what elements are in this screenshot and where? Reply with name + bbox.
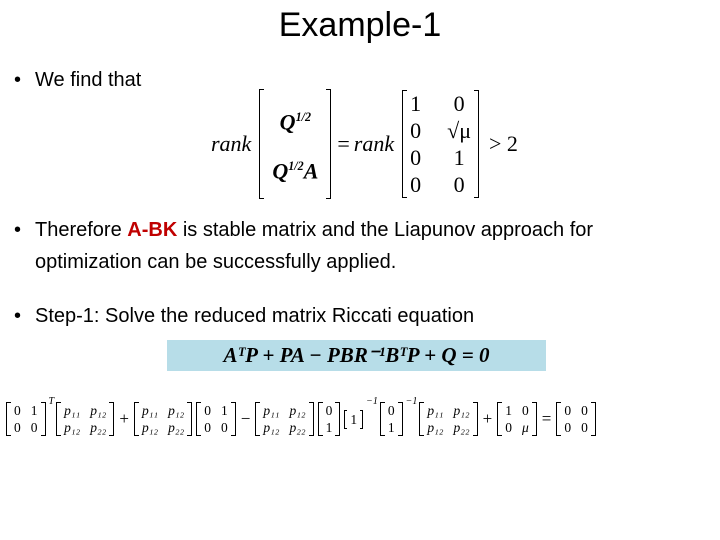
bullet-text-line2: optimization can be successfully applied… [35,251,397,273]
matrix-cell: 0 [410,118,422,143]
slide-title: Example-1 [278,6,442,44]
matrix-cell: p₁₂ [90,403,107,418]
operator: + [482,409,493,428]
matrix-cell: 0 [204,420,211,435]
rank-relation: > 2 [489,131,518,156]
bullet-marker: • [14,219,22,241]
rank-label: rank [353,131,395,156]
bullet-text: Therefore A-BK is stable matrix and the … [35,219,594,241]
matrix: 1 [344,409,364,429]
matrix: 01 [317,402,341,436]
matrix-cell: 0 [14,420,21,435]
matrix-cell: p₁₂ [141,420,159,435]
right-bracket [230,402,236,436]
matrix: 01 [379,402,403,436]
matrix-cell: 0 [410,145,422,170]
matrix-cell: p₂₂ [289,420,306,435]
right-bracket [531,402,537,436]
matrix-cell: p₁₁ [263,403,280,418]
right-bracket [360,409,364,429]
bullet-text: We find that [35,69,142,91]
matrix-cell: p₂₂ [168,420,185,435]
matrix-cell: p₁₁ [64,403,81,418]
right-bracket [40,402,46,436]
matrix-cell: p₂₂ [453,420,470,435]
matrix-cell: 0 [14,403,21,418]
matrix-cell: p₁₂ [289,403,306,418]
observability-matrix: Q1/2 Q1/2A [259,88,332,200]
right-bracket [472,402,478,436]
matrix-cell: 0 [581,420,588,435]
matrix-cell: 1 [453,145,465,170]
right-bracket [187,402,193,436]
matrix-cell: μ [521,420,529,435]
bullet-marker: • [14,69,22,91]
matrix-cell: 1 [30,403,38,418]
matrix: 0000 [556,402,596,436]
riccati-equation-box: AᵀP + PA − PBR⁻¹BᵀP + Q = 0 [167,340,546,371]
matrix-cell: p₁₂ [263,420,280,435]
matrix: 0100 [196,402,236,436]
matrix: p₁₁ p₁₂ p₁₂ p₂₂ [133,402,193,436]
right-bracket [397,402,403,436]
matrix-cell: p₂₂ [90,420,107,435]
matrix-cell: 1 [505,403,512,418]
matrix-cell: 0 [410,172,422,197]
matrix-cell: p₁₂ [64,420,81,435]
numeric-matrix: 1 0 0 √μ 0 1 0 0 [402,90,479,198]
matrix-cell: p₁₂ [453,403,470,418]
matrix-cell: 0 [30,420,38,435]
operator: = [541,409,552,428]
matrix-cell: 0 [453,91,465,116]
matrix: p₁₁ p₁₂ p₁₂ p₂₂ [56,402,115,436]
bullet-text: Step-1: Solve the reduced matrix Riccati… [35,305,475,327]
right-bracket [474,90,479,198]
matrix-cell: 0 [564,420,572,435]
matrix-cell: 1 [410,91,422,116]
matrix-cell: 0 [220,420,228,435]
rank-equation: rank Q1/2 Q1/2A = rank 1 0 0 √μ 0 1 0 0 > 2 [205,88,518,200]
superscript: −1 [366,396,378,407]
operator: + [119,409,129,428]
matrix-cell: 0 [204,403,211,418]
matrix-cell: 0 [564,403,572,418]
matrix: p₁₁ p₁₂ p₁₂ p₂₂ [255,402,314,436]
matrix-cell: p₁₁ [141,403,159,418]
matrix-cell: p₁₂ [168,403,185,418]
matrix-cell: 1 [220,403,228,418]
right-bracket [335,402,341,436]
matrix-cell: 0 [453,172,465,197]
matrix-cell: 1 [387,420,395,435]
matrix: p₁₁ p₁₂ p₁₂ p₂₂ [419,402,478,436]
right-bracket [308,402,314,436]
matrix-cell: p₁₁ [427,403,444,418]
matrix-cell: 0 [387,403,395,418]
superscript: −1 [405,396,418,407]
operator: − [240,409,251,428]
matrix: 0100 [6,402,46,436]
equals-sign: = [337,131,350,156]
matrix-cell: 0 [581,403,588,418]
matrix-cell: 0 [521,403,529,418]
matrix-cell: p₁₂ [427,420,444,435]
superscript: T [48,396,55,407]
matrix-cell: 1 [350,411,358,427]
matrix: 100μ [497,402,537,436]
matrix-cell: 0 [505,420,512,435]
highlight-abk: A-BK [127,219,178,241]
rank-label: rank [211,131,252,156]
expanded-riccati-equation: 0 1 0 0 Tp₁₁ p₁₂ p₁₂ p₂₂ + p₁₁ p₁₂ p₁₂ p₂₂ 0 1 0 0− p₁₁ p₁… [4,396,716,440]
right-bracket [109,402,115,436]
right-bracket [590,402,596,436]
matrix-cell: 1 [325,420,333,435]
matrix-cell: √μ [447,118,471,143]
matrix-cell: 0 [325,403,333,418]
bullet-marker: • [14,305,22,327]
